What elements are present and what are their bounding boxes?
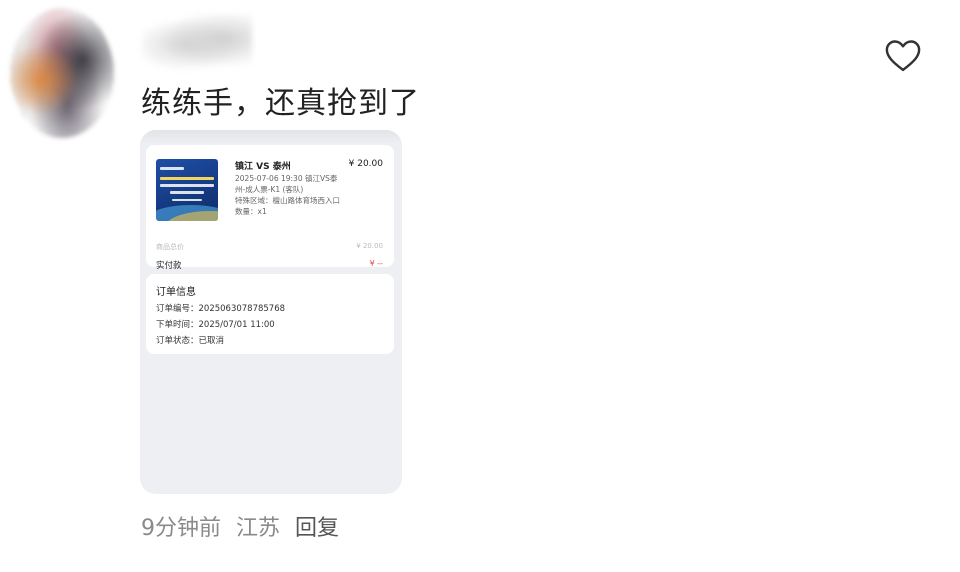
subtotal-label: 商品总价 bbox=[156, 243, 184, 251]
comment-location: 江苏 bbox=[236, 516, 281, 541]
comment-meta: 9分钟前 江苏 回复 bbox=[141, 510, 347, 542]
order-status: 订单状态：已取消 bbox=[156, 336, 225, 346]
ticket-card: 镇江 VS 泰州 ¥ 20.00 2025-07-06 19:30 镇江VS泰 … bbox=[146, 145, 394, 271]
ticket-quantity: 数量：x1 bbox=[235, 207, 267, 216]
reply-button[interactable]: 回复 bbox=[295, 516, 339, 541]
heart-outline-icon[interactable] bbox=[882, 34, 924, 76]
ticket-detail-line: 2025-07-06 19:30 镇江VS泰 bbox=[235, 174, 338, 183]
ticket-title: 镇江 VS 泰州 bbox=[235, 162, 291, 172]
avatar[interactable] bbox=[10, 8, 114, 138]
order-info-heading: 订单信息 bbox=[156, 287, 196, 298]
subtotal-value: ¥ 20.00 bbox=[356, 242, 383, 250]
comment-time: 9分钟前 bbox=[141, 516, 221, 541]
ticket-detail-line: 州-成人票-K1 (客队) bbox=[235, 185, 304, 194]
comment-item: 练练手，还真抢到了 镇江 VS 泰州 ¥ 20.00 2025-07-06 19… bbox=[0, 0, 960, 572]
order-time: 下单时间：2025/07/01 11:00 bbox=[156, 320, 275, 330]
screenshot-top-edge bbox=[140, 130, 402, 144]
comment-image-attachment[interactable]: 镇江 VS 泰州 ¥ 20.00 2025-07-06 19:30 镇江VS泰 … bbox=[140, 130, 402, 494]
event-poster-image bbox=[156, 159, 218, 221]
paid-label: 实付款 bbox=[156, 261, 182, 271]
ticket-detail-line: 特殊区域：檀山路体育场西入口 bbox=[235, 196, 340, 205]
paid-value: ¥ -- bbox=[369, 259, 383, 268]
username-redacted bbox=[142, 14, 252, 76]
order-number: 订单编号：2025063078785768 bbox=[156, 304, 286, 314]
comment-text: 练练手，还真抢到了 bbox=[141, 86, 420, 121]
ticket-price: ¥ 20.00 bbox=[348, 159, 383, 169]
order-info-card: 订单信息 订单编号：2025063078785768 下单时间：2025/07/… bbox=[146, 274, 394, 354]
